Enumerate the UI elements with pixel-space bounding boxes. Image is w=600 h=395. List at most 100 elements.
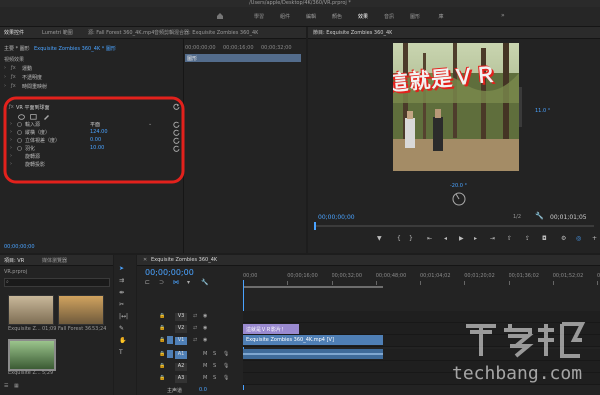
title-clip[interactable]: 這就是ＶＲ影片！ (243, 324, 299, 334)
tab-media-browser[interactable]: 媒体瀏覽器 (42, 257, 67, 264)
track-name[interactable]: A1 (175, 351, 187, 359)
program-playhead[interactable] (314, 222, 316, 230)
mute-button[interactable]: M (203, 375, 207, 381)
linked-selection-icon[interactable]: ⋈ (173, 279, 179, 286)
nest-icon[interactable]: ⊏ (145, 279, 150, 286)
icon-view-icon[interactable]: ▦ (14, 383, 19, 389)
timeline-timecode[interactable]: 00;00;00;00 (145, 268, 194, 277)
fx-row-label[interactable]: 運動 (22, 65, 32, 72)
voiceover-mic-icon[interactable]: 🎙 (223, 351, 229, 357)
track-name[interactable]: V2 (175, 325, 187, 333)
track-lock-icon[interactable]: 🔒 (159, 337, 165, 343)
close-sequence-icon[interactable]: ✕ (143, 257, 147, 263)
mini-clip-bar[interactable]: 圖形 (185, 54, 301, 62)
mute-button[interactable]: M (203, 363, 207, 369)
add-button[interactable]: + (592, 235, 597, 242)
eye-icon[interactable]: ◉ (203, 313, 207, 319)
video-clip[interactable]: Exquisite Zombies 360_4K.mp4 [V] (243, 335, 383, 345)
clip-label[interactable]: Exquisite Zombies 360_4K * 圖形 (34, 45, 116, 52)
track-name[interactable]: V3 (175, 313, 187, 321)
sync-lock-icon[interactable]: ⇄ (193, 313, 197, 319)
track-select-icon[interactable]: ⇉ (119, 277, 124, 284)
sequence-tab[interactable]: Exquisite Zombies 360_4K (151, 257, 217, 263)
workspace-tab-4[interactable]: 效果 (351, 13, 375, 20)
track-lock-icon[interactable]: 🔒 (159, 375, 165, 381)
workspace-tab-1[interactable]: 組件 (273, 13, 297, 20)
vertical-angle-slider[interactable] (519, 87, 522, 127)
effect-panel-tab-0[interactable]: 效果控件 (4, 29, 24, 36)
program-scrub-bar[interactable] (314, 222, 594, 230)
source-patch[interactable] (167, 362, 173, 370)
workspace-tab-6[interactable]: 圖形 (403, 13, 427, 20)
project-search-input[interactable]: ⌕ (4, 278, 110, 287)
source-patch[interactable] (167, 374, 173, 382)
rotation-dial[interactable] (452, 192, 466, 206)
workspace-tab-3[interactable]: 顏色 (325, 13, 349, 20)
list-view-icon[interactable]: ☰ (4, 383, 8, 389)
effect-panel-tab-2[interactable]: 源: Fall Forest 360_4K.mp4 (88, 29, 154, 36)
eye-icon[interactable]: ◉ (203, 325, 207, 331)
master-track-value[interactable]: 0.0 (199, 387, 207, 393)
voiceover-mic-icon[interactable]: 🎙 (223, 375, 229, 381)
expand-arrow-icon[interactable]: › (4, 65, 6, 71)
step-forward-icon[interactable]: ▸ (474, 235, 477, 242)
track-lock-icon[interactable]: 🔒 (159, 351, 165, 357)
fx-row-label[interactable]: 時間重映射 (22, 83, 47, 90)
more-workspaces-icon[interactable]: » (501, 12, 505, 19)
workspace-tab-2[interactable]: 編輯 (299, 13, 323, 20)
go-to-in-icon[interactable]: ⇤ (427, 235, 432, 242)
home-icon[interactable] (216, 12, 224, 20)
workspace-tab-5[interactable]: 音訊 (377, 13, 401, 20)
selection-tool-icon[interactable]: ➤ (119, 265, 124, 272)
out-point-icon[interactable]: } (409, 235, 413, 242)
program-title[interactable]: 節目: Exquisite Zombies 360_4K (313, 29, 392, 36)
go-to-out-icon[interactable]: ⇥ (490, 235, 495, 242)
track-lock-icon[interactable]: 🔒 (159, 313, 165, 319)
workspace-tab-0[interactable]: 學習 (247, 13, 271, 20)
project-thumbnail[interactable] (8, 339, 56, 371)
vr-video-icon[interactable]: ◎ (576, 235, 581, 242)
track-name[interactable]: A2 (175, 363, 187, 371)
snap-icon[interactable]: ⊃ (159, 279, 164, 286)
settings-icon[interactable]: ⚙ (561, 235, 566, 242)
solo-button[interactable]: S (213, 351, 216, 357)
project-thumbnail[interactable] (8, 295, 54, 325)
effect-panel-tab-1[interactable]: Lumetri 範圍 (42, 29, 73, 36)
voiceover-mic-icon[interactable]: 🎙 (223, 363, 229, 369)
fx-row-label[interactable]: 不透明度 (22, 74, 42, 81)
pen-tool-icon[interactable]: ✎ (119, 325, 124, 332)
workspace-tab-7[interactable]: 庫 (429, 13, 453, 20)
eye-icon[interactable]: ◉ (203, 337, 207, 343)
track-lock-icon[interactable]: 🔒 (159, 325, 165, 331)
sync-lock-icon[interactable]: ⇄ (193, 337, 197, 343)
project-thumbnail[interactable] (58, 295, 104, 325)
fit-dropdown[interactable]: 1/2 (513, 214, 521, 220)
slip-tool-icon[interactable]: |↔| (119, 313, 128, 320)
source-patch[interactable] (167, 312, 173, 320)
wrench-icon[interactable]: 🔧 (535, 212, 544, 220)
play-icon[interactable]: ▶ (459, 235, 464, 242)
ripple-edit-icon[interactable]: ⇹ (119, 289, 124, 296)
track-name[interactable]: V1 (175, 337, 187, 345)
time-ruler[interactable]: 00;00 00;00;16;00 00;00;32;00 00;00;48;00 00… (243, 273, 600, 285)
source-patch[interactable] (167, 336, 173, 344)
program-timecode-left[interactable]: 00;00;00;00 (318, 214, 355, 221)
sync-lock-icon[interactable]: ⇄ (193, 325, 197, 331)
solo-button[interactable]: S (213, 363, 216, 369)
settings-icon[interactable]: 🔧 (201, 279, 208, 286)
export-frame-icon[interactable]: ◘ (542, 235, 547, 242)
step-back-icon[interactable]: ◂ (444, 235, 447, 242)
tab-project[interactable]: 項目: VR (4, 257, 24, 264)
expand-arrow-icon[interactable]: › (4, 83, 6, 89)
add-marker-icon[interactable]: ▾ (187, 279, 190, 286)
solo-button[interactable]: S (213, 375, 216, 381)
hand-tool-icon[interactable]: ✋ (119, 337, 126, 344)
expand-arrow-icon[interactable]: › (4, 74, 6, 80)
mute-button[interactable]: M (203, 351, 207, 357)
lift-icon[interactable]: ⇧ (507, 235, 512, 242)
razor-tool-icon[interactable]: ✂ (119, 301, 124, 308)
track-lock-icon[interactable]: 🔒 (159, 363, 165, 369)
track-name[interactable]: A3 (175, 375, 187, 383)
in-point-icon[interactable]: { (397, 235, 401, 242)
effect-panel-tab-3[interactable]: 音頻剪輯混合器: Exquisite Zombies 360_4K (154, 29, 258, 36)
